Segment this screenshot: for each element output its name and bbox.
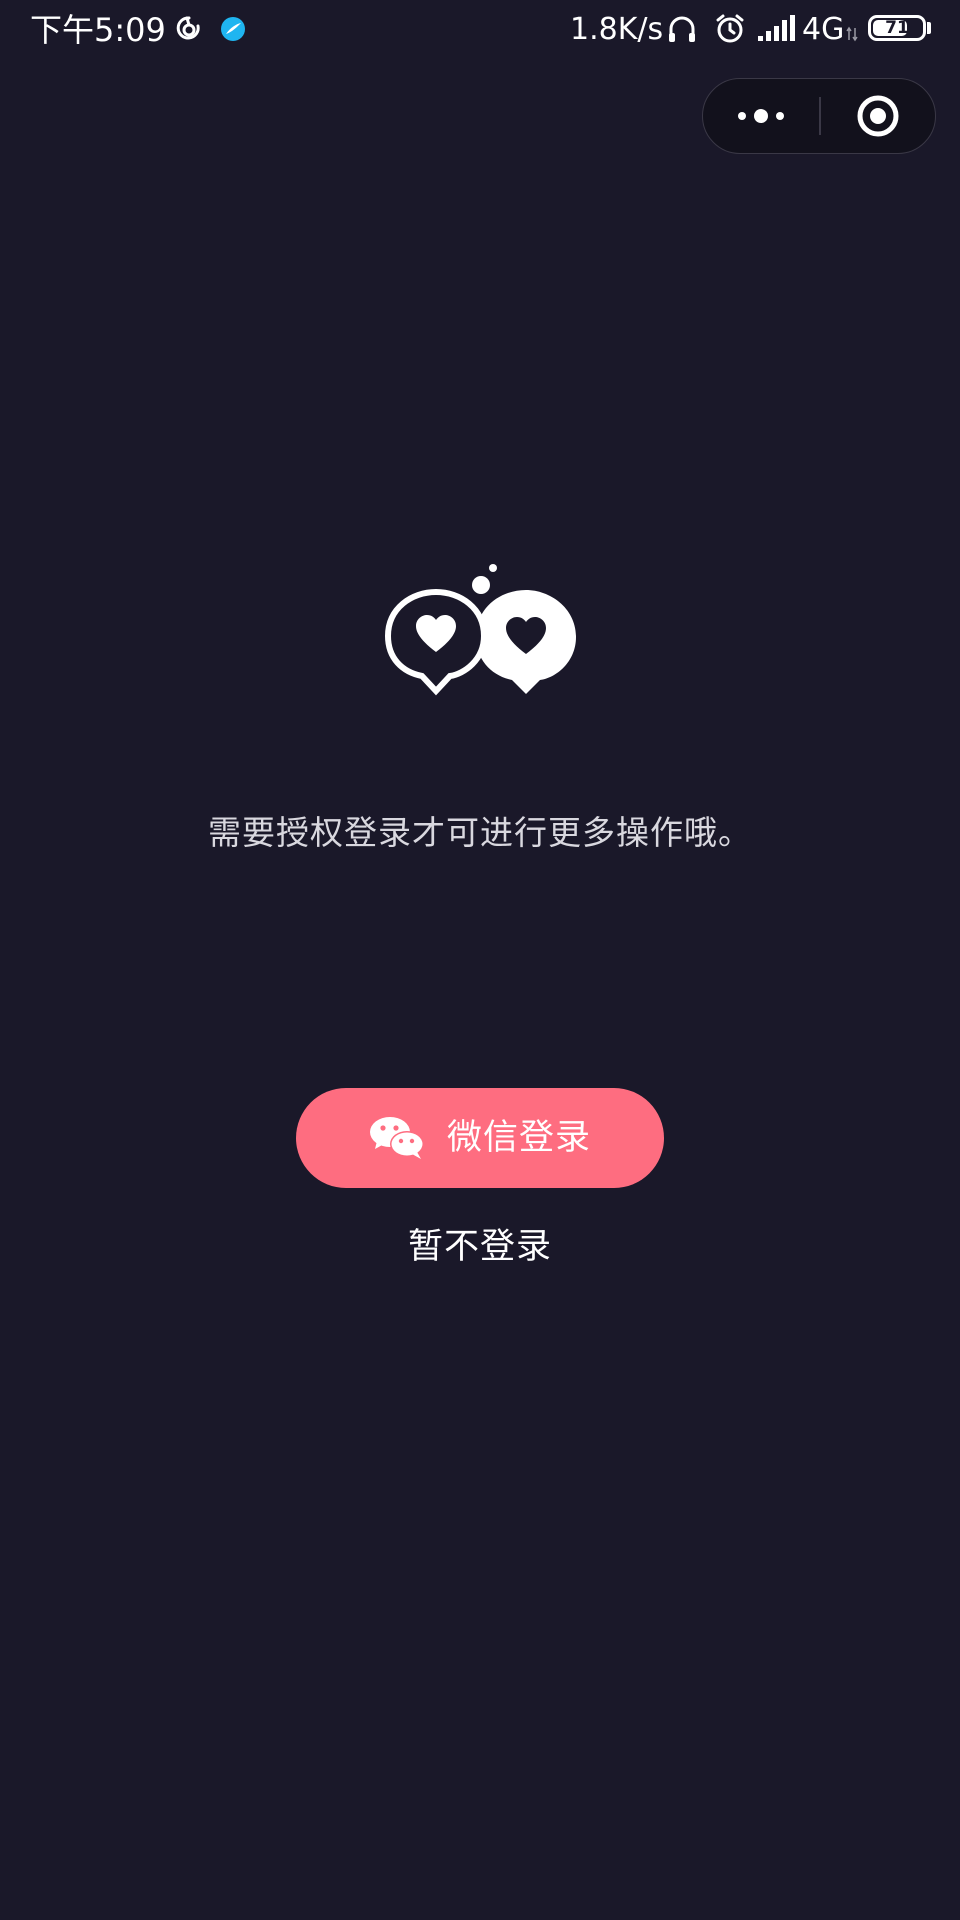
network-type: 4G	[802, 12, 845, 47]
alarm-icon	[716, 14, 744, 43]
status-time: 下午5:09	[30, 11, 166, 49]
netease-music-icon	[176, 16, 200, 40]
battery-level-text: 71	[885, 18, 909, 38]
more-button[interactable]	[703, 79, 819, 152]
data-arrows-icon	[846, 26, 858, 42]
status-bar: 下午5:09 1.8K/s 4G 71	[0, 0, 960, 60]
network-speed: 1.8K/s	[570, 12, 664, 47]
app-notification-icon	[221, 17, 245, 41]
battery-cap	[927, 22, 931, 34]
auth-message: 需要授权登录才可进行更多操作哦。	[208, 813, 752, 852]
battery-indicator: 71	[868, 15, 926, 41]
wechat-icon	[369, 1117, 424, 1159]
wechat-login-button[interactable]: 微信登录	[296, 1088, 664, 1188]
skip-login-button[interactable]: 暂不登录	[380, 1222, 580, 1272]
close-button[interactable]	[821, 79, 934, 152]
more-dots-icon	[738, 108, 784, 123]
target-icon	[857, 95, 898, 136]
miniprogram-capsule	[702, 78, 936, 154]
wechat-login-label: 微信登录	[446, 1118, 591, 1158]
signal-icon	[758, 15, 795, 41]
headphones-icon	[669, 16, 695, 42]
chat-hearts-icon	[384, 564, 576, 696]
